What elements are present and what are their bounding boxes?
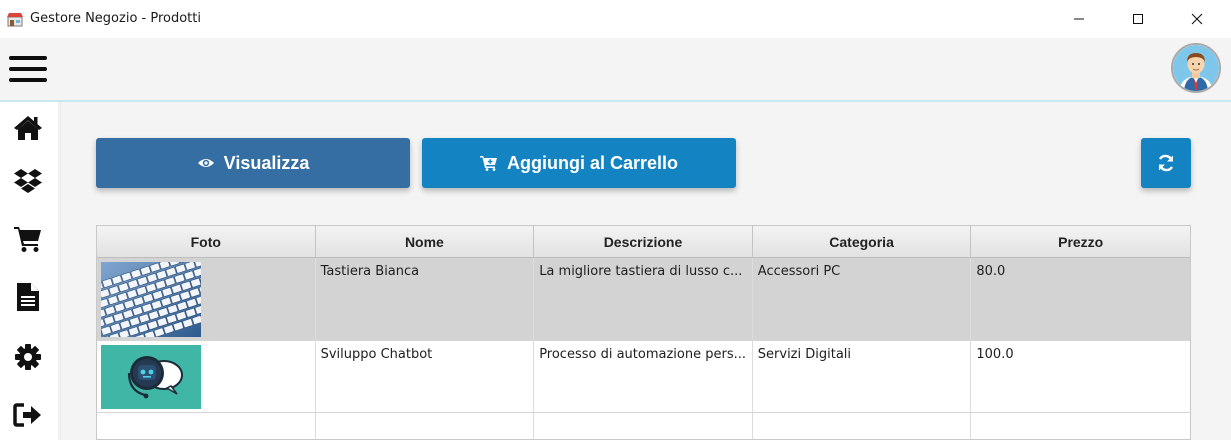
table-cell-empty	[971, 413, 1190, 439]
home-icon	[14, 116, 42, 140]
maximize-button[interactable]	[1109, 0, 1167, 38]
table-cell-prezzo: 80.0	[976, 264, 1006, 279]
table-cell-empty	[753, 413, 972, 439]
refresh-button[interactable]	[1141, 138, 1191, 188]
view-button-label: Visualizza	[223, 152, 310, 173]
close-icon	[1191, 13, 1203, 25]
keyboard-image	[101, 262, 201, 337]
dropbox-icon	[14, 169, 42, 193]
table-cell-categoria: Servizi Digitali	[753, 341, 972, 412]
sidebar	[0, 102, 60, 440]
sidebar-item-documents[interactable]	[0, 273, 56, 321]
cart-icon	[14, 227, 41, 252]
table-cell-prezzo: 100.0	[976, 347, 1014, 362]
user-avatar[interactable]	[1171, 43, 1221, 93]
column-header-nome[interactable]: Nome	[316, 226, 535, 257]
eye-icon	[197, 159, 214, 167]
table-cell-categoria: Accessori PC	[753, 258, 972, 340]
table-cell-nome: Tastiera Bianca	[316, 258, 535, 340]
logout-icon	[13, 403, 41, 427]
sidebar-item-logout[interactable]	[0, 391, 56, 439]
table-cell-empty	[97, 413, 316, 439]
column-header-categoria[interactable]: Categoria	[753, 226, 972, 257]
avatar-icon	[1173, 45, 1219, 91]
sidebar-item-products[interactable]	[0, 157, 56, 205]
add-to-cart-button[interactable]: Aggiungi al Carrello	[422, 138, 736, 188]
title-bar: Gestore Negozio - Prodotti	[0, 0, 1231, 38]
column-header-descrizione[interactable]: Descrizione	[534, 226, 753, 257]
chatbot-image	[101, 345, 201, 409]
table-cell-empty	[316, 413, 535, 439]
table-cell-descrizione: La migliore tastiera di lusso c...	[534, 258, 753, 340]
shop-icon	[7, 13, 23, 27]
table-cell-empty	[534, 413, 753, 439]
table-row[interactable]: Sviluppo Chatbot Processo di automazione…	[97, 341, 1190, 413]
view-button[interactable]: Visualizza	[96, 138, 410, 188]
column-header-foto[interactable]: Foto	[97, 226, 316, 257]
minimize-button[interactable]	[1050, 0, 1108, 38]
close-button[interactable]	[1168, 0, 1226, 38]
table-header: Foto Nome Descrizione Categoria Prezzo	[97, 226, 1190, 258]
table-row-empty	[97, 413, 1190, 439]
table-cell-foto	[97, 341, 316, 412]
hamburger-menu-icon[interactable]	[9, 56, 47, 84]
window-title: Gestore Negozio - Prodotti	[30, 11, 201, 26]
table-cell-foto	[97, 258, 316, 340]
table-cell-descrizione: Processo di automazione pers...	[534, 341, 753, 412]
sidebar-item-home[interactable]	[0, 104, 56, 152]
gear-icon	[15, 344, 41, 370]
table-row[interactable]: Tastiera Bianca La migliore tastiera di …	[97, 258, 1190, 341]
minimize-icon	[1074, 18, 1084, 20]
document-icon	[17, 283, 39, 311]
app-header	[0, 38, 1231, 102]
sidebar-item-settings[interactable]	[0, 333, 56, 381]
refresh-icon	[1158, 154, 1174, 172]
sidebar-item-cart[interactable]	[0, 215, 56, 263]
column-header-prezzo[interactable]: Prezzo	[971, 226, 1190, 257]
add-to-cart-label: Aggiungi al Carrello	[506, 152, 679, 173]
cart-plus-icon	[479, 156, 497, 171]
products-table: Foto Nome Descrizione Categoria Prezzo T…	[96, 225, 1191, 440]
sidebar-shadow	[58, 102, 62, 440]
table-cell-nome: Sviluppo Chatbot	[316, 341, 535, 412]
maximize-icon	[1133, 14, 1143, 24]
